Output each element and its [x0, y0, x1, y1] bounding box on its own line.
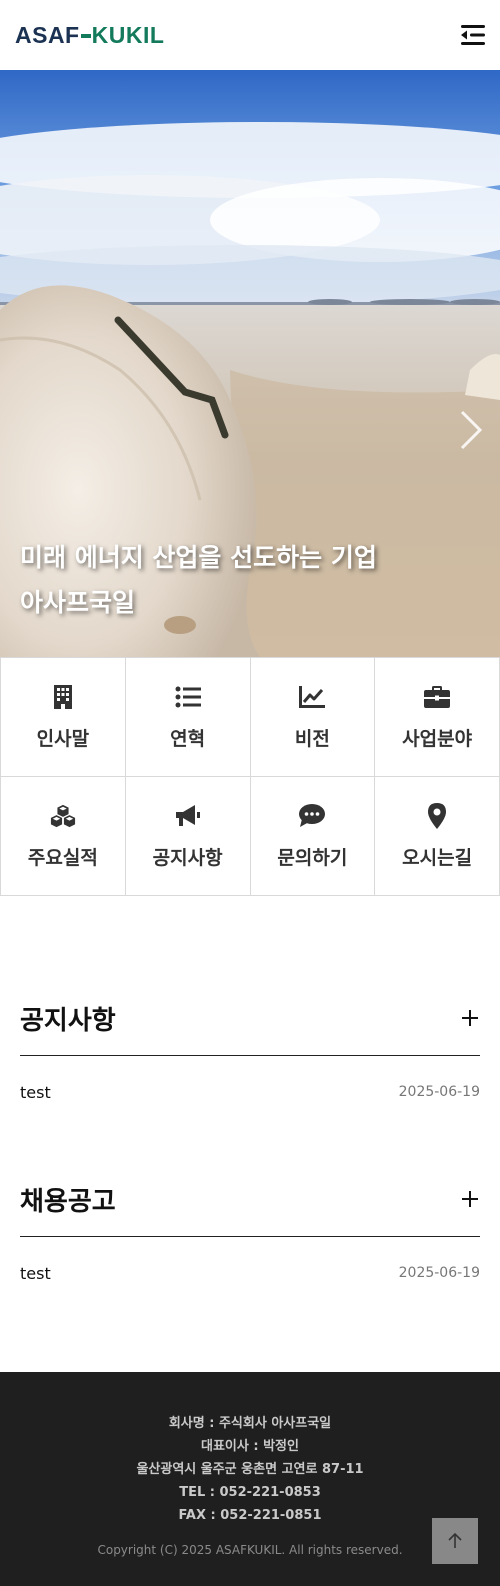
quick-item-label: 비전 — [294, 727, 330, 750]
hero-caption: 미래 에너지 산업을 선도하는 기업 아사프국일 — [20, 535, 377, 625]
post-subject[interactable]: test — [20, 1264, 51, 1283]
chevron-right-icon — [460, 410, 483, 450]
hero-slider: 미래 에너지 산업을 선도하는 기업 아사프국일 — [0, 70, 500, 657]
cubes-icon — [50, 803, 76, 829]
footer-tel: TEL : 052-221-0853 — [179, 1485, 321, 1500]
board-section: 공지사항 test 2025-06-19 채용공고 test 2025-06-1… — [0, 896, 500, 1309]
board-header: 채용공고 — [20, 1162, 480, 1237]
comment-icon — [299, 803, 326, 829]
map-marker-icon — [424, 802, 450, 829]
quick-item-label: 사업분야 — [402, 727, 473, 750]
quick-item-achievements[interactable]: 주요실적 — [1, 777, 126, 896]
board-title: 공지사항 — [20, 1005, 116, 1036]
list-item[interactable]: test 2025-06-19 — [20, 1056, 480, 1128]
board-title: 채용공고 — [20, 1186, 116, 1217]
scroll-top-button[interactable] — [432, 1518, 478, 1564]
logo-text-asaf: ASAF — [15, 21, 80, 48]
quick-item-label: 오시는길 — [402, 846, 473, 869]
post-date: 2025-06-19 — [398, 1265, 480, 1281]
quick-item-label: 연혁 — [170, 727, 206, 750]
footer-copyright: Copyright (C) 2025 ASAFKUKIL. All rights… — [97, 1543, 403, 1557]
site-footer: 회사명 : 주식회사 아사프국일 대표이사 : 박정인 울산광역시 울주군 웅촌… — [0, 1372, 500, 1586]
briefcase-icon — [424, 684, 451, 710]
quick-item-label: 주요실적 — [27, 846, 98, 869]
footer-address: 울산광역시 울주군 웅촌면 고연로 87-11 — [136, 1462, 364, 1477]
menu-icon — [461, 25, 485, 45]
footer-ceo: 대표이사 : 박정인 — [201, 1439, 299, 1454]
slider-next-button[interactable] — [456, 408, 486, 452]
plus-icon[interactable] — [460, 1008, 480, 1028]
quick-item-label: 문의하기 — [277, 846, 348, 869]
footer-fax: FAX : 052-221-0851 — [178, 1508, 322, 1523]
recruit-board: 채용공고 test 2025-06-19 — [20, 1162, 480, 1309]
board-header: 공지사항 — [20, 981, 480, 1056]
hero-caption-line2: 아사프국일 — [20, 588, 136, 617]
quick-menu: 인사말 연혁 비전 사업분야 주요실적 공지사항 문의하기 오시는길 — [0, 657, 500, 896]
list-item[interactable]: test 2025-06-19 — [20, 1237, 480, 1309]
megaphone-icon — [175, 803, 201, 829]
logo-dash — [80, 34, 91, 38]
quick-item-location[interactable]: 오시는길 — [375, 777, 500, 896]
post-date: 2025-06-19 — [398, 1084, 480, 1100]
quick-item-inquiry[interactable]: 문의하기 — [250, 777, 376, 896]
plus-icon[interactable] — [460, 1189, 480, 1209]
quick-item-history[interactable]: 연혁 — [125, 658, 251, 777]
site-logo[interactable]: ASAF KUKIL — [15, 22, 164, 49]
quick-item-greeting[interactable]: 인사말 — [1, 658, 126, 777]
quick-item-label: 인사말 — [36, 727, 90, 750]
logo-text-kukil: KUKIL — [91, 21, 165, 48]
menu-button[interactable] — [460, 22, 486, 48]
notice-board: 공지사항 test 2025-06-19 — [20, 981, 480, 1128]
chart-line-icon — [299, 684, 326, 710]
arrow-up-icon — [448, 1533, 462, 1548]
footer-company: 회사명 : 주식회사 아사프국일 — [168, 1416, 332, 1431]
post-subject[interactable]: test — [20, 1083, 51, 1102]
quick-item-business[interactable]: 사업분야 — [375, 658, 500, 777]
hero-caption-line1: 미래 에너지 산업을 선도하는 기업 — [20, 543, 377, 572]
list-icon — [175, 684, 201, 710]
building-icon — [50, 684, 76, 710]
quick-item-notice[interactable]: 공지사항 — [125, 777, 251, 896]
quick-item-vision[interactable]: 비전 — [250, 658, 376, 777]
site-header: ASAF KUKIL — [0, 0, 500, 70]
quick-item-label: 공지사항 — [152, 846, 223, 869]
